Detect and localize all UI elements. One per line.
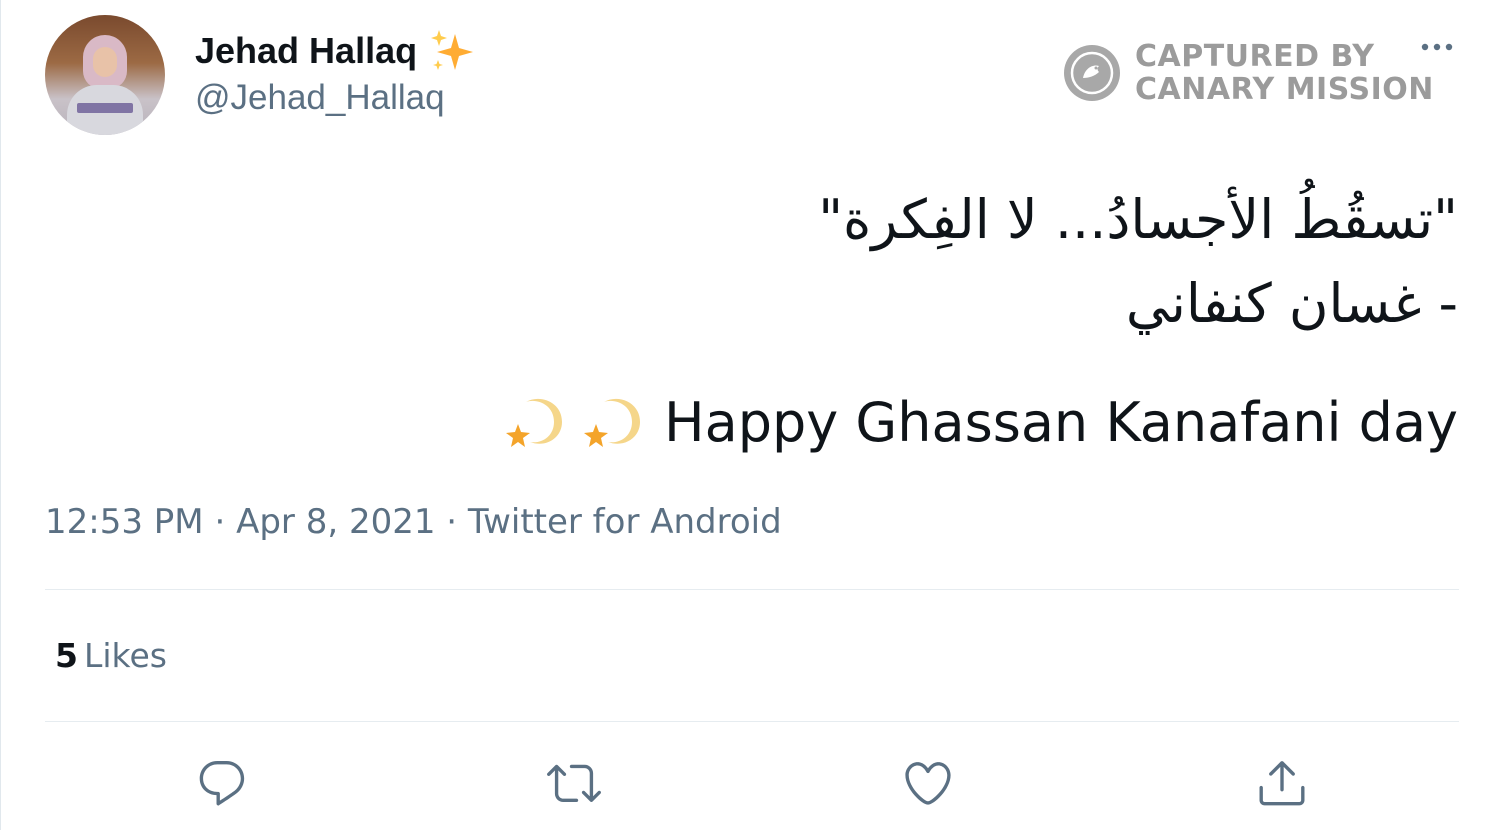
user-handle[interactable]: @Jehad_Hallaq	[195, 78, 445, 118]
likes-label: Likes	[83, 636, 167, 675]
sparkles-icon	[431, 30, 474, 70]
canary-mission-watermark: CAPTURED BY CANARY MISSION	[1063, 40, 1434, 106]
arabic-quote-line: "تسقُطُ الأجسادُ... لا الفِكرة"	[818, 188, 1458, 251]
display-name-row[interactable]: Jehad Hallaq	[195, 28, 475, 74]
likes-link[interactable]: 5 Likes	[55, 636, 167, 675]
dizzy-icon	[584, 398, 641, 447]
reply-button[interactable]	[195, 756, 249, 810]
tweet-text-arabic: "تسقُطُ الأجسادُ... لا الفِكرة" - غسان ك…	[358, 178, 1458, 346]
like-button[interactable]	[901, 756, 955, 810]
watermark-text: CAPTURED BY CANARY MISSION	[1135, 40, 1434, 106]
english-text: Happy Ghassan Kanafani day	[664, 390, 1458, 454]
meta-separator: ·	[214, 502, 237, 542]
more-options-icon[interactable]	[1419, 38, 1455, 56]
divider	[45, 721, 1459, 722]
avatar-shirt-print	[77, 103, 133, 113]
retweet-button[interactable]	[547, 756, 601, 810]
tweet-source[interactable]: Twitter for Android	[468, 502, 782, 542]
divider	[45, 589, 1459, 590]
share-icon	[1259, 761, 1305, 806]
canary-logo-icon	[1064, 45, 1120, 101]
meta-separator: ·	[446, 502, 468, 542]
tweet-date[interactable]: Apr 8, 2021	[236, 502, 435, 542]
tweet-card: Jehad Hallaq @Jehad_Hallaq CAPTURED BY C…	[0, 0, 1496, 830]
tweet-meta: 12:53 PM · Apr 8, 2021 · Twitter for And…	[45, 502, 782, 542]
reply-icon	[199, 761, 245, 806]
dizzy-icon	[506, 398, 563, 447]
watermark-line-1: CAPTURED BY	[1135, 39, 1375, 74]
retweet-icon	[547, 764, 601, 803]
like-icon	[905, 762, 951, 805]
tweet-text-english: Happy Ghassan Kanafani day	[500, 388, 1458, 456]
display-name[interactable]: Jehad Hallaq	[195, 30, 417, 72]
arabic-attribution-line: - غسان كنفاني	[1125, 272, 1458, 335]
watermark-line-2: CANARY MISSION	[1135, 72, 1434, 107]
avatar-face	[93, 47, 117, 77]
avatar[interactable]	[45, 15, 165, 135]
share-button[interactable]	[1255, 756, 1309, 810]
tweet-time[interactable]: 12:53 PM	[45, 502, 204, 542]
likes-count: 5	[55, 636, 78, 675]
